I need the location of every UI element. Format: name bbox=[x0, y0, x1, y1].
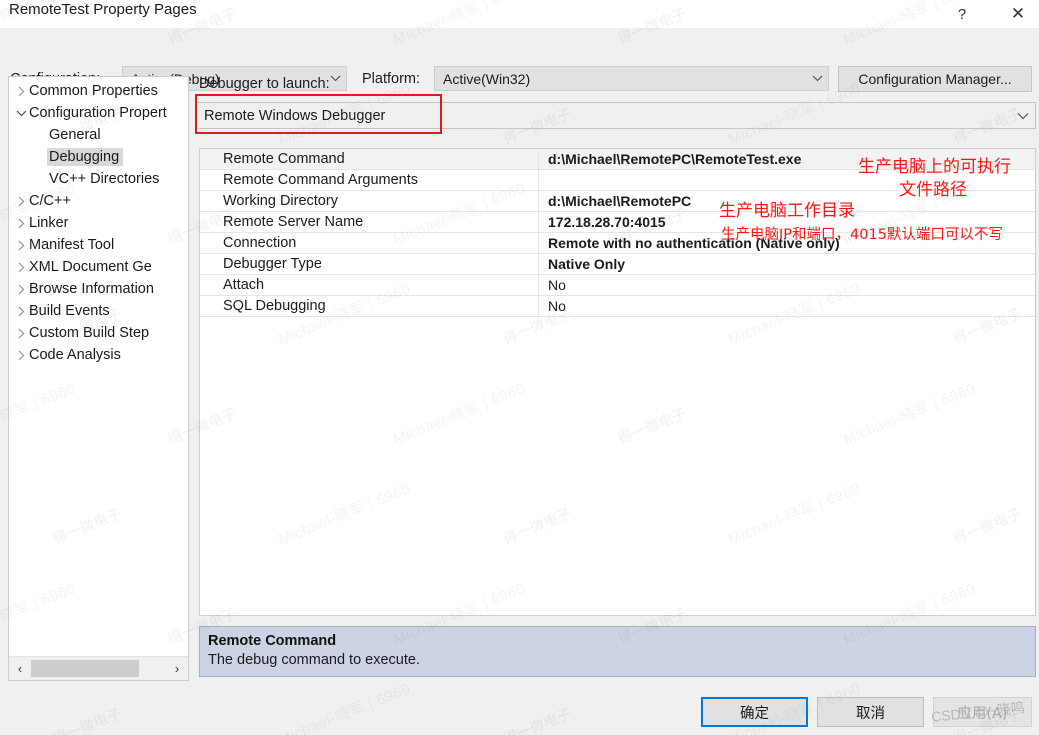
debugging-page: Debugger to launch: Remote Windows Debug… bbox=[195, 70, 1039, 681]
ok-button[interactable]: 确定 bbox=[701, 697, 808, 727]
sidebar-item-label: Manifest Tool bbox=[29, 237, 115, 253]
scrollbar-thumb[interactable] bbox=[31, 660, 139, 677]
tree-horizontal-scrollbar[interactable]: ‹ › bbox=[9, 656, 188, 680]
help-icon[interactable]: ? bbox=[939, 0, 985, 28]
sidebar-item-label: Build Events bbox=[29, 303, 110, 319]
property-name: Working Directory bbox=[200, 191, 539, 211]
property-row[interactable]: Remote Command d:\Michael\RemotePC\Remote… bbox=[200, 149, 1035, 170]
scroll-right-glyph: › bbox=[174, 661, 180, 676]
sidebar-item-general[interactable]: General bbox=[9, 124, 188, 146]
sidebar-item-label: Configuration Propert bbox=[29, 105, 167, 121]
sidebar-item-label: Code Analysis bbox=[29, 347, 121, 363]
help-glyph: ? bbox=[957, 5, 967, 23]
property-description-panel: Remote Command The debug command to exec… bbox=[199, 626, 1036, 677]
property-row[interactable]: SQL Debugging No bbox=[200, 296, 1035, 317]
sidebar-item-code-analysis[interactable]: Code Analysis bbox=[9, 344, 188, 366]
property-value[interactable] bbox=[539, 170, 1035, 190]
title-bar: RemoteTest Property Pages ? ✕ bbox=[0, 0, 1039, 28]
property-name: Remote Command Arguments bbox=[200, 170, 539, 190]
chevron-right-icon[interactable] bbox=[13, 218, 29, 229]
sidebar-item-label: Browse Information bbox=[29, 281, 154, 297]
property-row[interactable]: Debugger Type Native Only bbox=[200, 254, 1035, 275]
chevron-right-icon[interactable] bbox=[13, 306, 29, 317]
cancel-label: 取消 bbox=[856, 705, 885, 722]
scroll-left-glyph: ‹ bbox=[17, 661, 23, 676]
property-value[interactable]: d:\Michael\RemotePC bbox=[539, 191, 1035, 211]
property-value[interactable]: No bbox=[539, 275, 1035, 295]
chevron-right-icon[interactable] bbox=[13, 350, 29, 361]
property-row[interactable]: Connection Remote with no authentication … bbox=[200, 233, 1035, 254]
property-name: Connection bbox=[200, 233, 539, 253]
property-row[interactable]: Attach No bbox=[200, 275, 1035, 296]
property-name: Debugger Type bbox=[200, 254, 539, 274]
scroll-right-icon[interactable]: › bbox=[166, 658, 188, 680]
sidebar-item-label: Debugging bbox=[47, 148, 124, 166]
property-name: SQL Debugging bbox=[200, 296, 539, 316]
sidebar-item-label: XML Document Ge bbox=[29, 259, 152, 275]
description-text: The debug command to execute. bbox=[208, 652, 420, 668]
chevron-right-icon[interactable] bbox=[13, 284, 29, 295]
sidebar-item-debugging[interactable]: Debugging bbox=[9, 146, 188, 168]
chevron-right-icon[interactable] bbox=[13, 240, 29, 251]
property-row[interactable]: Remote Command Arguments bbox=[200, 170, 1035, 191]
sidebar-item-label: VC++ Directories bbox=[49, 171, 160, 187]
sidebar-item-label: General bbox=[49, 127, 101, 143]
debugger-to-launch-value: Remote Windows Debugger bbox=[204, 107, 386, 124]
property-grid[interactable]: Remote Command d:\Michael\RemotePC\Remote… bbox=[199, 148, 1036, 616]
property-name: Attach bbox=[200, 275, 539, 295]
sidebar-item-label: Common Properties bbox=[29, 83, 158, 99]
chevron-right-icon[interactable] bbox=[13, 328, 29, 339]
sidebar-item-browse-information[interactable]: Browse Information bbox=[9, 278, 188, 300]
close-icon[interactable]: ✕ bbox=[995, 0, 1039, 28]
sidebar-item-label: Linker bbox=[29, 215, 69, 231]
dialog-footer: 确定 取消 应用(A) bbox=[0, 686, 1039, 735]
ok-label: 确定 bbox=[740, 705, 769, 722]
apply-button: 应用(A) bbox=[933, 697, 1032, 727]
sidebar-item-linker[interactable]: Linker bbox=[9, 212, 188, 234]
property-name: Remote Server Name bbox=[200, 212, 539, 232]
sidebar-item-build-events[interactable]: Build Events bbox=[9, 300, 188, 322]
debugger-to-launch-select[interactable]: Remote Windows Debugger bbox=[196, 102, 1036, 129]
chevron-down-icon[interactable] bbox=[13, 109, 29, 117]
sidebar-item-label: Custom Build Step bbox=[29, 325, 150, 341]
sidebar-item-configuration-propert[interactable]: Configuration Propert bbox=[9, 102, 188, 124]
sidebar-item-common-properties[interactable]: Common Properties bbox=[9, 80, 188, 102]
debugger-to-launch-label: Debugger to launch: bbox=[199, 76, 330, 92]
sidebar-item-c-c[interactable]: C/C++ bbox=[9, 190, 188, 212]
property-value[interactable]: d:\Michael\RemotePC\RemoteTest.exe bbox=[539, 149, 1035, 169]
chevron-down-icon bbox=[1011, 112, 1035, 120]
property-value[interactable]: No bbox=[539, 296, 1035, 316]
property-value[interactable]: Native Only bbox=[539, 254, 1035, 274]
description-title: Remote Command bbox=[208, 633, 337, 649]
property-row[interactable]: Remote Server Name 172.18.28.70:4015 bbox=[200, 212, 1035, 233]
property-tree-panel: Common Properties Configuration Propert Ge… bbox=[8, 76, 189, 681]
property-tree: Common Properties Configuration Propert Ge… bbox=[9, 80, 188, 366]
sidebar-item-vc-directories[interactable]: VC++ Directories bbox=[9, 168, 188, 190]
chevron-right-icon[interactable] bbox=[13, 196, 29, 207]
property-name: Remote Command bbox=[200, 149, 539, 169]
chevron-right-icon[interactable] bbox=[13, 262, 29, 273]
sidebar-item-label: C/C++ bbox=[29, 193, 71, 209]
close-glyph: ✕ bbox=[1010, 4, 1026, 23]
sidebar-item-custom-build-step[interactable]: Custom Build Step bbox=[9, 322, 188, 344]
property-value[interactable]: 172.18.28.70:4015 bbox=[539, 212, 1035, 232]
chevron-right-icon[interactable] bbox=[13, 86, 29, 97]
configuration-bar: Configuration: Active(Debug) Platform: A… bbox=[0, 28, 1039, 92]
window-title: RemoteTest Property Pages bbox=[9, 1, 197, 18]
property-row[interactable]: Working Directory d:\Michael\RemotePC bbox=[200, 191, 1035, 212]
sidebar-item-xml-document-ge[interactable]: XML Document Ge bbox=[9, 256, 188, 278]
apply-label: 应用(A) bbox=[957, 705, 1008, 722]
cancel-button[interactable]: 取消 bbox=[817, 697, 924, 727]
sidebar-item-manifest-tool[interactable]: Manifest Tool bbox=[9, 234, 188, 256]
property-value[interactable]: Remote with no authentication (Native on… bbox=[539, 233, 1035, 253]
scroll-left-icon[interactable]: ‹ bbox=[9, 658, 31, 680]
